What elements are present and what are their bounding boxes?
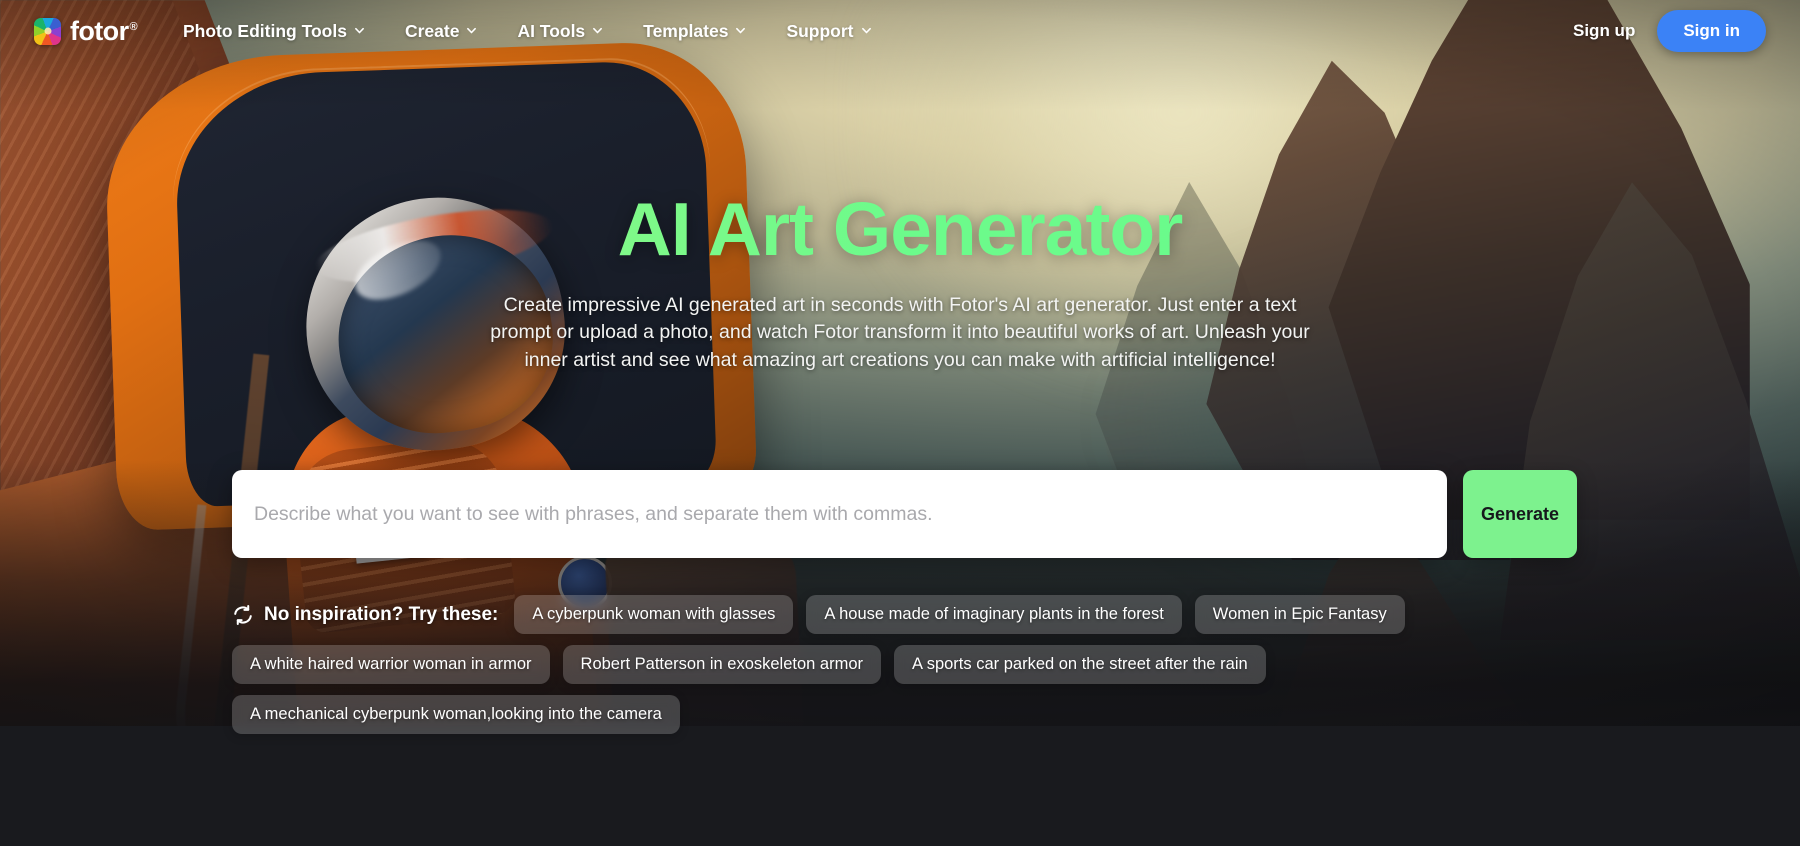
fotor-logo[interactable]: fotor® (34, 15, 138, 46)
sign-up-button[interactable]: Sign up (1573, 21, 1635, 41)
chevron-down-icon (735, 25, 746, 36)
nav-item-templates[interactable]: Templates (643, 21, 746, 42)
nav-account-actions: Sign up Sign in (1573, 10, 1766, 52)
chevron-down-icon (592, 25, 603, 36)
nav-item-support[interactable]: Support (786, 21, 871, 42)
page-bottom-strip (0, 726, 1800, 846)
inspiration-section: No inspiration? Try these: A cyberpunk w… (232, 595, 1680, 734)
logo-wordmark: fotor® (70, 15, 138, 46)
fotor-pinwheel-icon (34, 17, 61, 45)
prompt-suggestion-tag[interactable]: A white haired warrior woman in armor (232, 645, 550, 684)
nav-label: AI Tools (517, 20, 586, 41)
prompt-suggestion-tag[interactable]: Robert Patterson in exoskeleton armor (562, 645, 882, 684)
nav-label: Templates (643, 20, 729, 41)
chevron-down-icon (354, 25, 365, 36)
prompt-input[interactable] (254, 502, 1425, 526)
prompt-suggestion-tag[interactable]: Women in Epic Fantasy (1194, 595, 1405, 634)
top-navigation-bar: fotor® Photo Editing Tools Create AI Too… (0, 0, 1800, 62)
refresh-icon[interactable] (232, 604, 254, 626)
inspiration-label-group: No inspiration? Try these: (232, 604, 498, 626)
prompt-suggestion-tag[interactable]: A cyberpunk woman with glasses (514, 595, 794, 634)
nav-item-ai-tools[interactable]: AI Tools (517, 21, 603, 42)
inspiration-label: No inspiration? Try these: (264, 603, 499, 625)
prompt-suggestion-tag[interactable]: A house made of imaginary plants in the … (806, 595, 1182, 634)
prompt-row: Generate (232, 470, 1577, 558)
logo-text: fotor (70, 15, 129, 46)
nav-links: Photo Editing Tools Create AI Tools Temp… (183, 21, 872, 42)
generate-button[interactable]: Generate (1463, 470, 1577, 558)
prompt-suggestion-tag[interactable]: A sports car parked on the street after … (894, 645, 1266, 684)
nav-item-photo-editing-tools[interactable]: Photo Editing Tools (183, 21, 365, 42)
page-title: AI Art Generator (0, 189, 1800, 270)
nav-item-create[interactable]: Create (405, 21, 477, 42)
chevron-down-icon (466, 25, 477, 36)
hero-description: Create impressive AI generated art in se… (490, 293, 1310, 371)
page-root: fotor® Photo Editing Tools Create AI Too… (0, 0, 1800, 846)
chevron-down-icon (861, 25, 872, 36)
nav-label: Support (786, 20, 854, 41)
prompt-suggestion-tag[interactable]: A mechanical cyberpunk woman,looking int… (232, 695, 680, 734)
nav-label: Create (404, 20, 460, 41)
sign-in-button[interactable]: Sign in (1657, 10, 1766, 52)
prompt-input-box[interactable] (232, 470, 1447, 558)
nav-label: Photo Editing Tools (183, 20, 347, 41)
registered-mark: ® (129, 20, 137, 33)
